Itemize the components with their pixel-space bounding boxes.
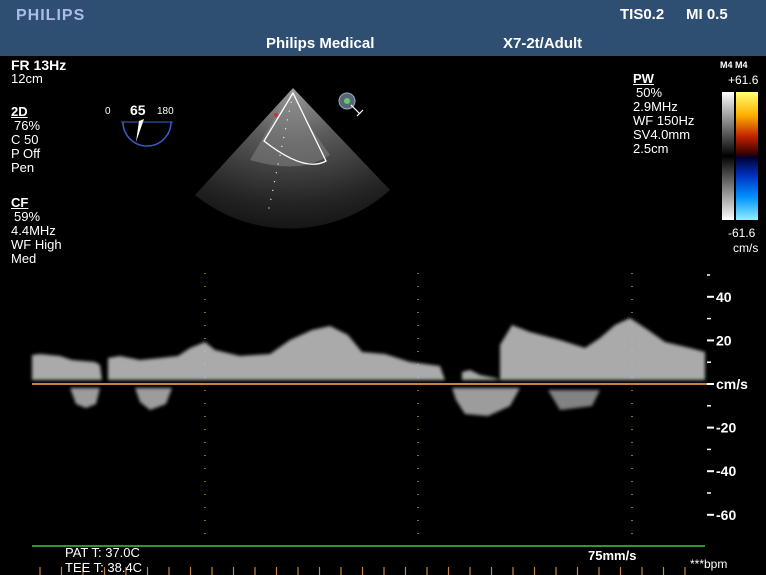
- pw-depth: 2.5cm: [633, 141, 669, 156]
- color-map-bar: [722, 92, 758, 220]
- depth-readout: 12cm: [11, 71, 43, 86]
- twod-persistence: P Off: [11, 146, 41, 161]
- pw-gain: 50%: [636, 85, 663, 100]
- tee-temperature: TEE T: 38.4C: [65, 560, 143, 575]
- velocity-tick-label: -40: [716, 463, 736, 479]
- patient-temperature: PAT T: 37.0C: [65, 545, 140, 560]
- mi-readout: MI 0.5: [686, 6, 728, 23]
- twod-heading: 2D: [11, 104, 28, 119]
- velocity-tick-label: -60: [716, 507, 736, 523]
- sector-image: [195, 88, 390, 229]
- frame-rate: FR 13Hz: [11, 57, 67, 73]
- cf-wall-filter: WF High: [11, 237, 62, 252]
- twod-gain: 76%: [14, 118, 41, 133]
- twod-mode: Pen: [11, 160, 35, 175]
- pw-frequency: 2.9MHz: [633, 99, 678, 114]
- sweep-speed: 75mm/s: [588, 548, 637, 563]
- institution-name: Philips Medical: [266, 35, 375, 52]
- color-map-max: +61.6: [728, 73, 759, 87]
- heart-rate: ***bpm: [690, 557, 728, 571]
- pw-wall-filter: WF 150Hz: [633, 113, 695, 128]
- pw-sample-volume: SV4.0mm: [633, 127, 691, 142]
- spectral-envelope: [32, 318, 705, 416]
- velocity-tick-label: cm/s: [716, 376, 748, 392]
- cf-gain: 59%: [14, 209, 41, 224]
- cf-params: CF 59% 4.4MHz WF High Med: [11, 196, 62, 266]
- velocity-tick-label: 20: [716, 332, 732, 348]
- left-params-panel: FR 13Hz 12cm: [11, 58, 66, 86]
- tis-readout: TIS0.2: [620, 6, 665, 23]
- philips-logo: PHILIPS: [16, 7, 86, 24]
- cf-heading: CF: [11, 195, 29, 210]
- cf-priority: Med: [11, 251, 37, 266]
- twod-params: 2D 76% C 50 P Off Pen: [11, 105, 40, 175]
- color-map-min: -61.6: [728, 226, 756, 240]
- twod-compression: C 50: [11, 132, 39, 147]
- velocity-tick-label: -20: [716, 420, 736, 436]
- color-map-unit: cm/s: [733, 241, 759, 255]
- velocity-tick-label: 40: [716, 289, 732, 305]
- angle-dial-icon: [121, 119, 173, 147]
- probe-orientation-icon: [338, 92, 364, 117]
- velocity-scale: 40 20 cm/s -20 -40 -60: [707, 274, 748, 523]
- probe-preset: X7-2t/Adult: [503, 35, 583, 52]
- cf-frequency: 4.4MHz: [11, 223, 56, 238]
- multiplane-angle-indicator: 0 65 180: [103, 102, 183, 158]
- pw-heading: PW: [633, 71, 654, 86]
- pw-params: PW 50% 2.9MHz WF 150Hz SV4.0mm 2.5cm: [633, 72, 694, 156]
- doppler-spectrum: 40 20 cm/s -20 -40 -60: [32, 273, 748, 575]
- color-map-label: M4 M4: [720, 60, 748, 70]
